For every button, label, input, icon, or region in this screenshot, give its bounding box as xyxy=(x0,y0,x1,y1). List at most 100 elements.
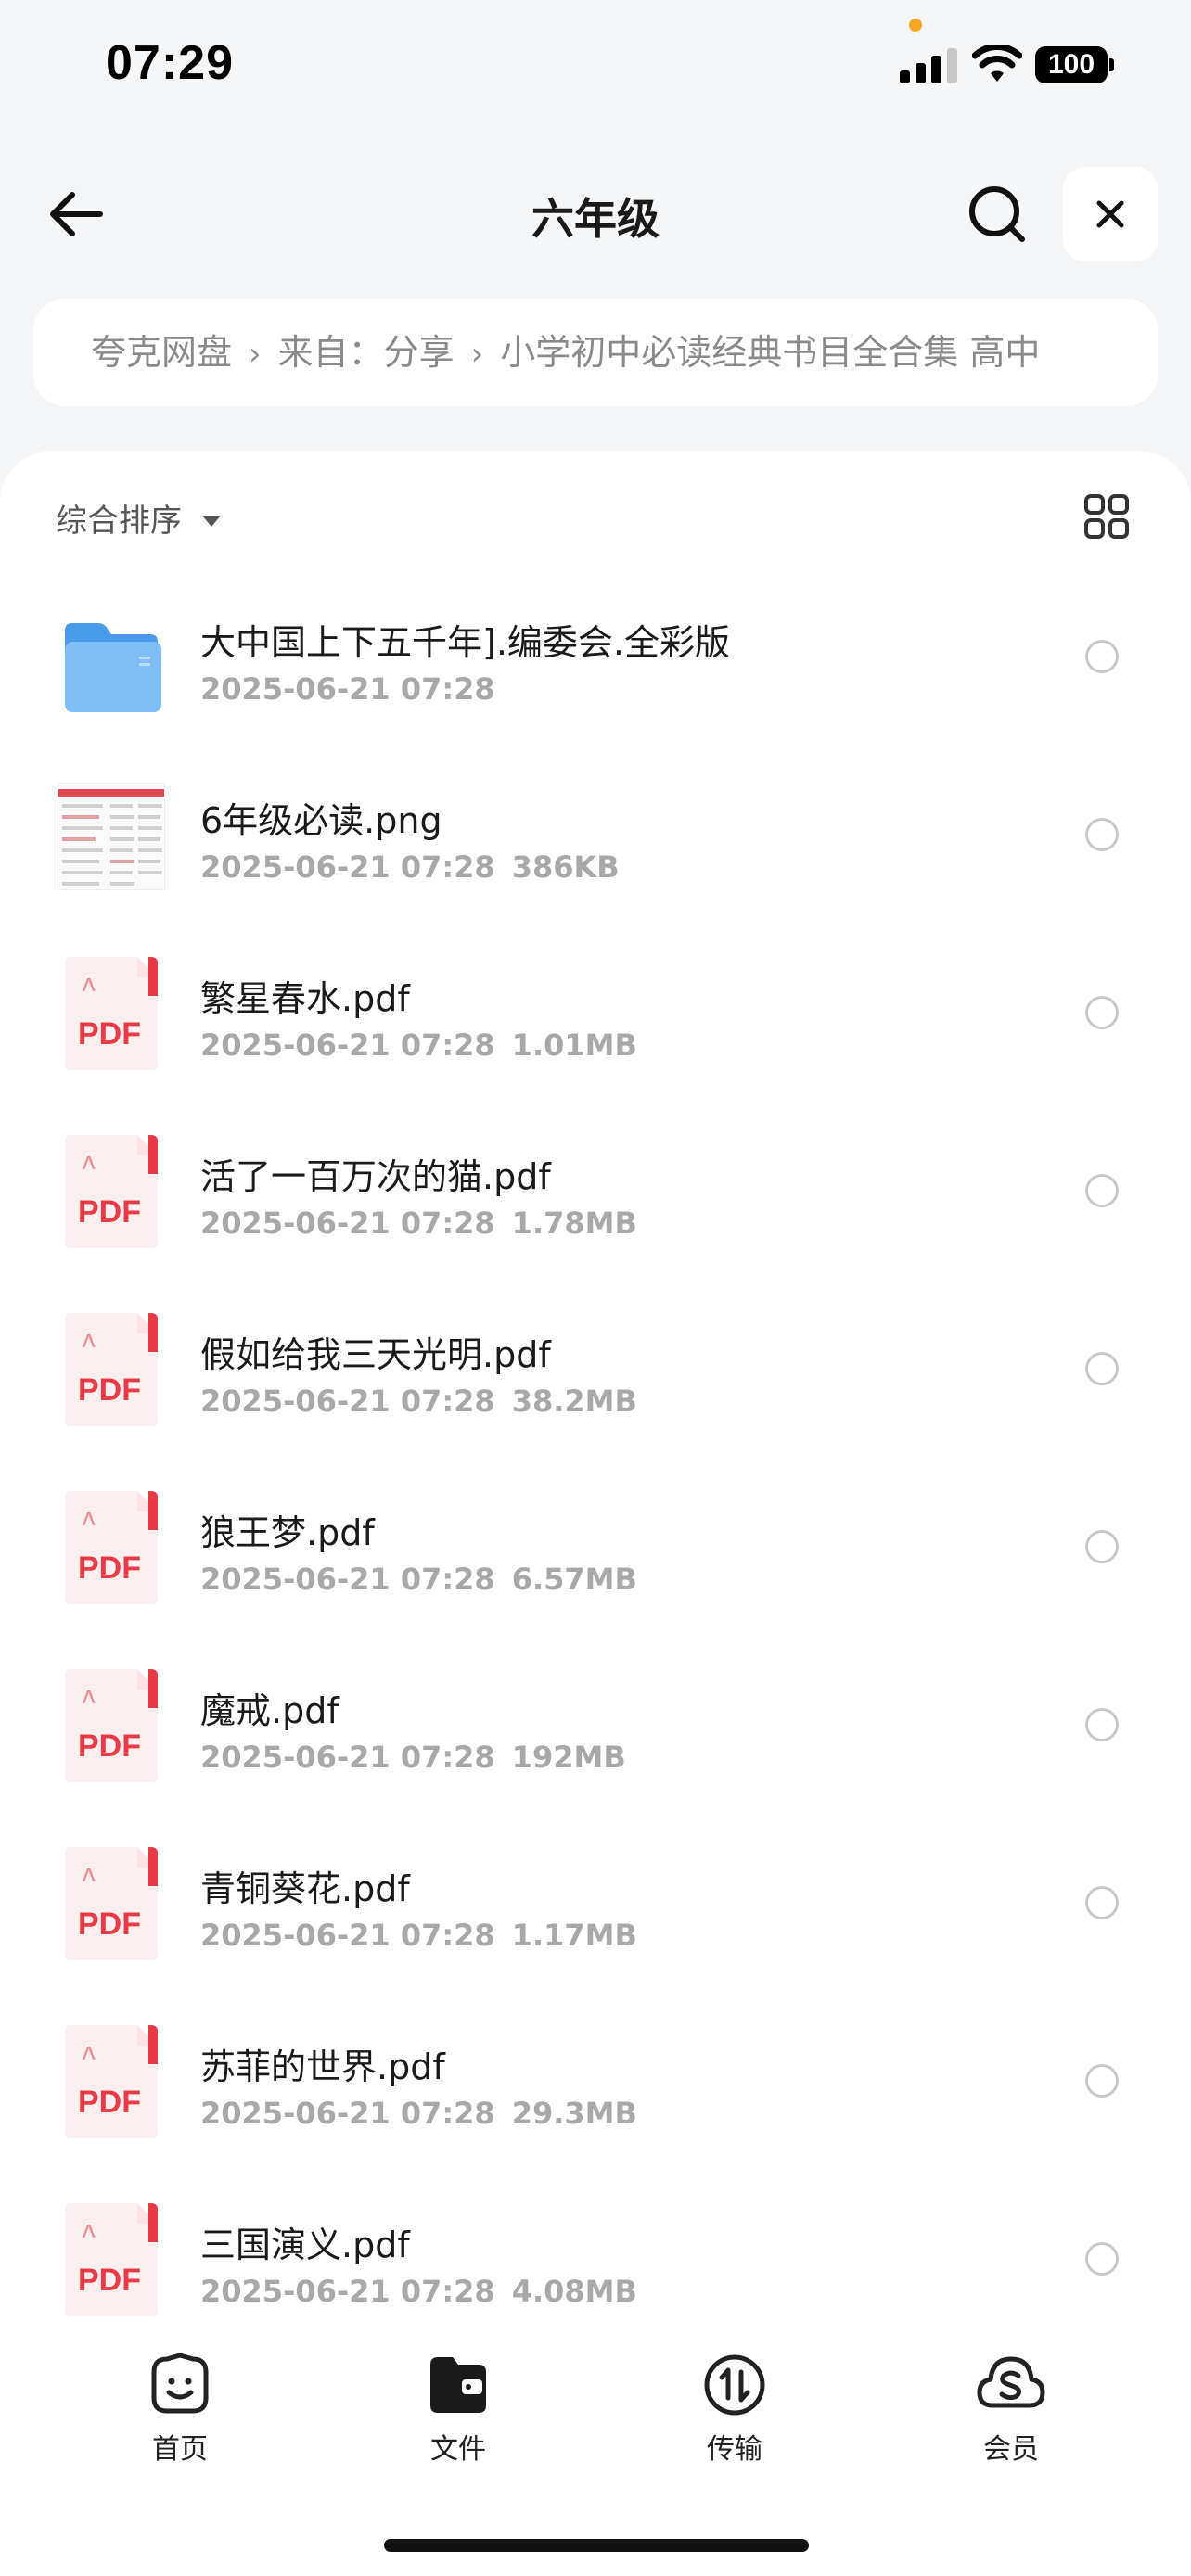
file-name: 假如给我三天光明.pdf xyxy=(200,1334,551,1375)
file-date: 2025-06-21 07:28 xyxy=(200,1205,495,1241)
pdf-thumbnail: ᴧ PDF xyxy=(58,1313,161,1426)
tab-transfer[interactable]: 传输 xyxy=(670,2352,800,2467)
breadcrumb-item-share[interactable]: 来自：分享 xyxy=(278,332,455,373)
list-item[interactable]: ᴧ PDF 狼王梦.pdf 2025-06-21 07:28 6.57MB xyxy=(0,1480,1191,1658)
select-radio[interactable] xyxy=(1085,1174,1119,1207)
sort-label: 综合排序 xyxy=(56,503,182,540)
select-radio[interactable] xyxy=(1085,1886,1119,1919)
file-name: 魔戒.pdf xyxy=(200,1690,339,1731)
breadcrumb: 夸克网盘 › 来自：分享 › 小学初中必读经典书目全合集 高中 xyxy=(33,299,1158,406)
select-radio[interactable] xyxy=(1085,2242,1119,2276)
file-meta: 2025-06-21 07:28 29.3MB xyxy=(200,2096,637,2131)
pdf-label: PDF xyxy=(78,1550,141,1586)
file-name: 6年级必读.png xyxy=(200,800,442,841)
file-name: 三国演义.pdf xyxy=(200,2225,410,2265)
tab-vip[interactable]: 会员 xyxy=(946,2352,1076,2467)
select-radio[interactable] xyxy=(1085,1708,1119,1741)
file-date: 2025-06-21 07:28 xyxy=(200,2274,495,2309)
wifi-icon xyxy=(972,45,1022,82)
list-item[interactable]: 6年级必读.png 2025-06-21 07:28 386KB xyxy=(0,768,1191,946)
file-meta: 2025-06-21 07:28 6.57MB xyxy=(200,1562,637,1597)
search-icon[interactable] xyxy=(965,182,1030,247)
home-indicator[interactable] xyxy=(384,2539,809,2552)
file-meta: 2025-06-21 07:28 1.17MB xyxy=(200,1918,637,1953)
file-date: 2025-06-21 07:28 xyxy=(200,1918,495,1953)
select-radio[interactable] xyxy=(1085,1352,1119,1385)
file-meta: 2025-06-21 07:28 386KB xyxy=(200,849,620,885)
pdf-file-icon: ᴧ PDF xyxy=(65,1135,158,1248)
privacy-indicator-dot xyxy=(909,19,922,32)
pdf-thumbnail: ᴧ PDF xyxy=(58,1669,161,1782)
file-size: 386KB xyxy=(511,849,620,885)
chevron-right-icon: › xyxy=(470,336,484,373)
pdf-thumbnail: ᴧ PDF xyxy=(58,1491,161,1604)
list-item[interactable]: 大中国上下五千年].编委会.全彩版 2025-06-21 07:28 xyxy=(0,590,1191,768)
folder-thumbnail xyxy=(58,601,161,714)
breadcrumb-item-root[interactable]: 夸克网盘 xyxy=(91,332,232,373)
file-size: 1.01MB xyxy=(511,1027,637,1063)
home-face-icon xyxy=(151,2353,209,2414)
list-item[interactable]: ᴧ PDF 活了一百万次的猫.pdf 2025-06-21 07:28 1.78MB xyxy=(0,1124,1191,1302)
pdf-file-icon: ᴧ PDF xyxy=(65,1491,158,1604)
tab-files[interactable]: 文件 xyxy=(393,2352,523,2467)
list-item[interactable]: ᴧ PDF 魔戒.pdf 2025-06-21 07:28 192MB xyxy=(0,1658,1191,1836)
file-meta: 2025-06-21 07:28 1.78MB xyxy=(200,1205,637,1241)
pdf-file-icon: ᴧ PDF xyxy=(65,1313,158,1426)
image-preview xyxy=(58,783,165,890)
file-name: 苏菲的世界.pdf xyxy=(200,2047,445,2087)
file-meta: 2025-06-21 07:28 38.2MB xyxy=(200,1384,637,1419)
file-size: 29.3MB xyxy=(511,2096,637,2131)
folder-icon xyxy=(65,623,161,712)
grid-view-icon[interactable] xyxy=(1083,493,1130,540)
close-icon xyxy=(1096,200,1124,228)
status-time: 07:29 xyxy=(106,36,234,90)
caret-down-icon xyxy=(202,515,221,527)
pdf-label: PDF xyxy=(78,1016,141,1052)
file-date: 2025-06-21 07:28 xyxy=(200,1740,495,1775)
list-item[interactable]: ᴧ PDF 繁星春水.pdf 2025-06-21 07:28 1.01MB xyxy=(0,946,1191,1124)
close-button[interactable] xyxy=(1063,167,1158,261)
arrow-left-icon[interactable] xyxy=(45,182,109,247)
pdf-thumbnail: ᴧ PDF xyxy=(58,957,161,1070)
tab-label-home: 首页 xyxy=(152,2433,208,2466)
tab-label-vip: 会员 xyxy=(983,2433,1039,2466)
select-radio[interactable] xyxy=(1085,1530,1119,1563)
cellular-signal-icon xyxy=(900,46,957,83)
pdf-label: PDF xyxy=(78,1372,141,1408)
battery-level: 100 xyxy=(1035,46,1108,83)
file-meta: 2025-06-21 07:28 xyxy=(200,671,495,707)
pdf-file-icon: ᴧ PDF xyxy=(65,957,158,1070)
pdf-label: PDF xyxy=(78,1194,141,1230)
pdf-thumbnail: ᴧ PDF xyxy=(58,2025,161,2138)
list-item[interactable]: ᴧ PDF 青铜葵花.pdf 2025-06-21 07:28 1.17MB xyxy=(0,1836,1191,2014)
sort-dropdown[interactable]: 综合排序 xyxy=(56,495,221,541)
file-date: 2025-06-21 07:28 xyxy=(200,2096,495,2131)
file-date: 2025-06-21 07:28 xyxy=(200,1384,495,1419)
file-name: 大中国上下五千年].编委会.全彩版 xyxy=(200,622,730,663)
list-item[interactable]: ᴧ PDF 苏菲的世界.pdf 2025-06-21 07:28 29.3MB xyxy=(0,2014,1191,2192)
file-name: 活了一百万次的猫.pdf xyxy=(200,1156,551,1197)
pdf-label: PDF xyxy=(78,1728,141,1764)
file-list-panel: 综合排序 大中国上下五千年].编委会.全彩版 2025-06-21 07:28 … xyxy=(0,451,1191,2576)
pdf-label: PDF xyxy=(78,1906,141,1942)
file-size: 1.17MB xyxy=(511,1918,637,1953)
file-meta: 2025-06-21 07:28 192MB xyxy=(200,1740,626,1775)
select-radio[interactable] xyxy=(1085,2064,1119,2098)
select-radio[interactable] xyxy=(1085,640,1119,673)
pdf-file-icon: ᴧ PDF xyxy=(65,1669,158,1782)
pdf-file-icon: ᴧ PDF xyxy=(65,2025,158,2138)
pdf-file-icon: ᴧ PDF xyxy=(65,1847,158,1960)
select-radio[interactable] xyxy=(1085,818,1119,851)
file-name: 繁星春水.pdf xyxy=(200,978,410,1019)
pdf-thumbnail: ᴧ PDF xyxy=(58,1135,161,1248)
breadcrumb-item-collection[interactable]: 小学初中必读经典书目全合集 高中 xyxy=(500,332,1040,373)
screen: 07:29 100 六年级 夸克网盘 › 来自：分享 › 小学初中必读经典书目全… xyxy=(0,0,1191,2576)
list-item[interactable]: ᴧ PDF 假如给我三天光明.pdf 2025-06-21 07:28 38.2MB xyxy=(0,1302,1191,1480)
tab-label-files: 文件 xyxy=(430,2433,486,2466)
battery-icon: 100 xyxy=(1035,46,1115,83)
transfer-icon xyxy=(704,2354,765,2416)
select-radio[interactable] xyxy=(1085,996,1119,1029)
file-size: 6.57MB xyxy=(511,1562,637,1597)
file-meta: 2025-06-21 07:28 4.08MB xyxy=(200,2274,637,2309)
tab-home[interactable]: 首页 xyxy=(115,2352,245,2467)
